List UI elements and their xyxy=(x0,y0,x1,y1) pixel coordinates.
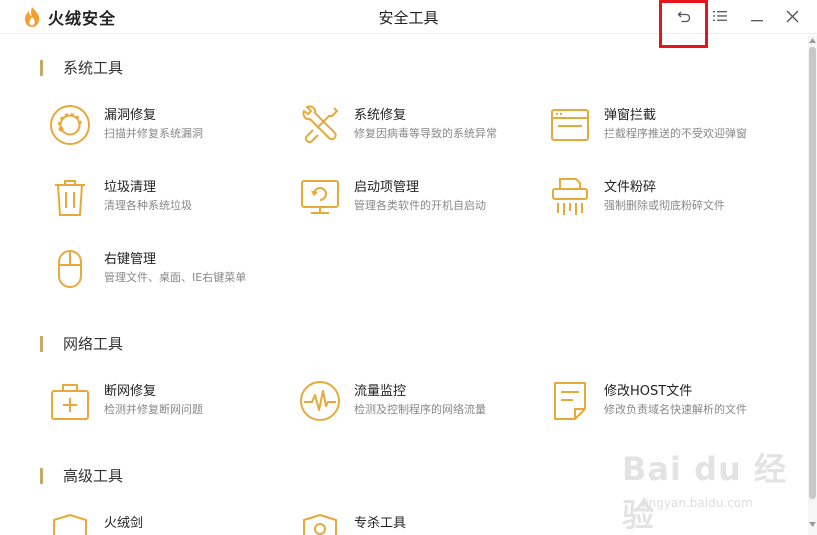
close-icon xyxy=(786,10,798,22)
tool-desc: 检测及控制程序的网络流量 xyxy=(354,403,486,416)
tool-desc: 检测并修复断网问题 xyxy=(104,403,203,416)
tool-desc: 扫描并修复系统漏洞 xyxy=(104,127,203,140)
minimize-button[interactable] xyxy=(745,5,769,27)
tool-name: 修改HOST文件 xyxy=(604,384,693,399)
scroll-down-arrow-icon[interactable] xyxy=(809,522,816,528)
scroll-up-arrow-icon[interactable] xyxy=(809,37,816,43)
shredder-icon xyxy=(552,178,588,215)
undo-arrow-icon xyxy=(677,11,691,22)
tool-traffic-monitor[interactable]: 流量监控 检测及控制程序的网络流量 xyxy=(298,379,486,423)
section-bar xyxy=(40,335,43,352)
section-bar xyxy=(40,59,43,76)
monitor-startup-icon xyxy=(301,180,339,214)
section-title-network: 网络工具 xyxy=(40,333,123,354)
traffic-pulse-icon xyxy=(300,381,340,421)
section-title-system: 系统工具 xyxy=(40,57,123,78)
tool-junk-clean[interactable]: 垃圾清理 清理各种系统垃圾 xyxy=(48,175,192,219)
tools-content: 系统工具 漏洞修复 扫描并修复系统漏洞 系统修复 修复因病毒等导致的系统异常 弹… xyxy=(0,35,808,535)
tool-name: 漏洞修复 xyxy=(104,108,157,123)
minimize-icon xyxy=(751,20,763,22)
tool-name: 垃圾清理 xyxy=(104,180,157,195)
tool-desc: 拦截程序推送的不受欢迎弹窗 xyxy=(604,127,747,140)
tool-startup-manage[interactable]: 启动项管理 管理各类软件的开机自启动 xyxy=(298,175,486,219)
tool-vulnerability-repair[interactable]: 漏洞修复 扫描并修复系统漏洞 xyxy=(48,103,203,147)
first-aid-kit-icon xyxy=(51,384,89,420)
tool-huorong-sword[interactable]: 火绒剑 xyxy=(48,511,143,535)
trash-bin-icon xyxy=(55,180,85,216)
tool-name: 文件粉碎 xyxy=(604,180,657,195)
tool-network-repair[interactable]: 断网修复 检测并修复断网问题 xyxy=(48,379,203,423)
vertical-scrollbar[interactable] xyxy=(808,35,817,535)
menu-button[interactable] xyxy=(708,5,732,27)
title-bar: 火绒安全 安全工具 xyxy=(0,0,817,34)
tool-desc: 管理文件、桌面、IE右键菜单 xyxy=(104,271,247,284)
tool-name: 右键管理 xyxy=(104,252,157,267)
close-button[interactable] xyxy=(780,5,804,27)
shield-tool-icon xyxy=(303,514,337,535)
section-title-advanced: 高级工具 xyxy=(40,465,123,486)
tool-popup-block[interactable]: 弹窗拦截 拦截程序推送的不受欢迎弹窗 xyxy=(548,103,747,147)
tool-name: 流量监控 xyxy=(354,384,407,399)
popup-window-icon xyxy=(551,109,589,141)
tool-special-kill[interactable]: 专杀工具 xyxy=(298,511,406,535)
scroll-thumb[interactable] xyxy=(809,47,816,499)
shield-icon xyxy=(53,514,87,535)
list-menu-icon xyxy=(713,11,727,21)
tool-system-repair[interactable]: 系统修复 修复因病毒等导致的系统异常 xyxy=(298,103,497,147)
back-button[interactable] xyxy=(672,5,696,27)
tool-desc: 修复因病毒等导致的系统异常 xyxy=(354,127,497,140)
tool-desc: 修改负责域名快速解析的文件 xyxy=(604,403,747,416)
tool-name: 弹窗拦截 xyxy=(604,108,657,123)
tool-name: 专杀工具 xyxy=(354,516,407,531)
host-file-icon xyxy=(554,382,586,420)
vulnerability-repair-icon xyxy=(50,105,90,145)
mouse-icon xyxy=(58,250,82,288)
tool-name: 断网修复 xyxy=(104,384,157,399)
tool-name: 系统修复 xyxy=(354,108,407,123)
tool-host-file[interactable]: 修改HOST文件 修改负责域名快速解析的文件 xyxy=(548,379,747,423)
tool-name: 启动项管理 xyxy=(354,180,420,195)
tool-right-click-manage[interactable]: 右键管理 管理文件、桌面、IE右键菜单 xyxy=(48,247,246,291)
tool-desc: 强制删除或彻底粉碎文件 xyxy=(604,199,725,212)
wrench-screwdriver-icon xyxy=(302,105,339,144)
section-bar xyxy=(40,467,43,484)
tool-desc: 管理各类软件的开机自启动 xyxy=(354,199,486,212)
tool-file-shred[interactable]: 文件粉碎 强制删除或彻底粉碎文件 xyxy=(548,175,725,219)
tool-name: 火绒剑 xyxy=(104,516,144,531)
tool-desc: 清理各种系统垃圾 xyxy=(104,199,192,212)
